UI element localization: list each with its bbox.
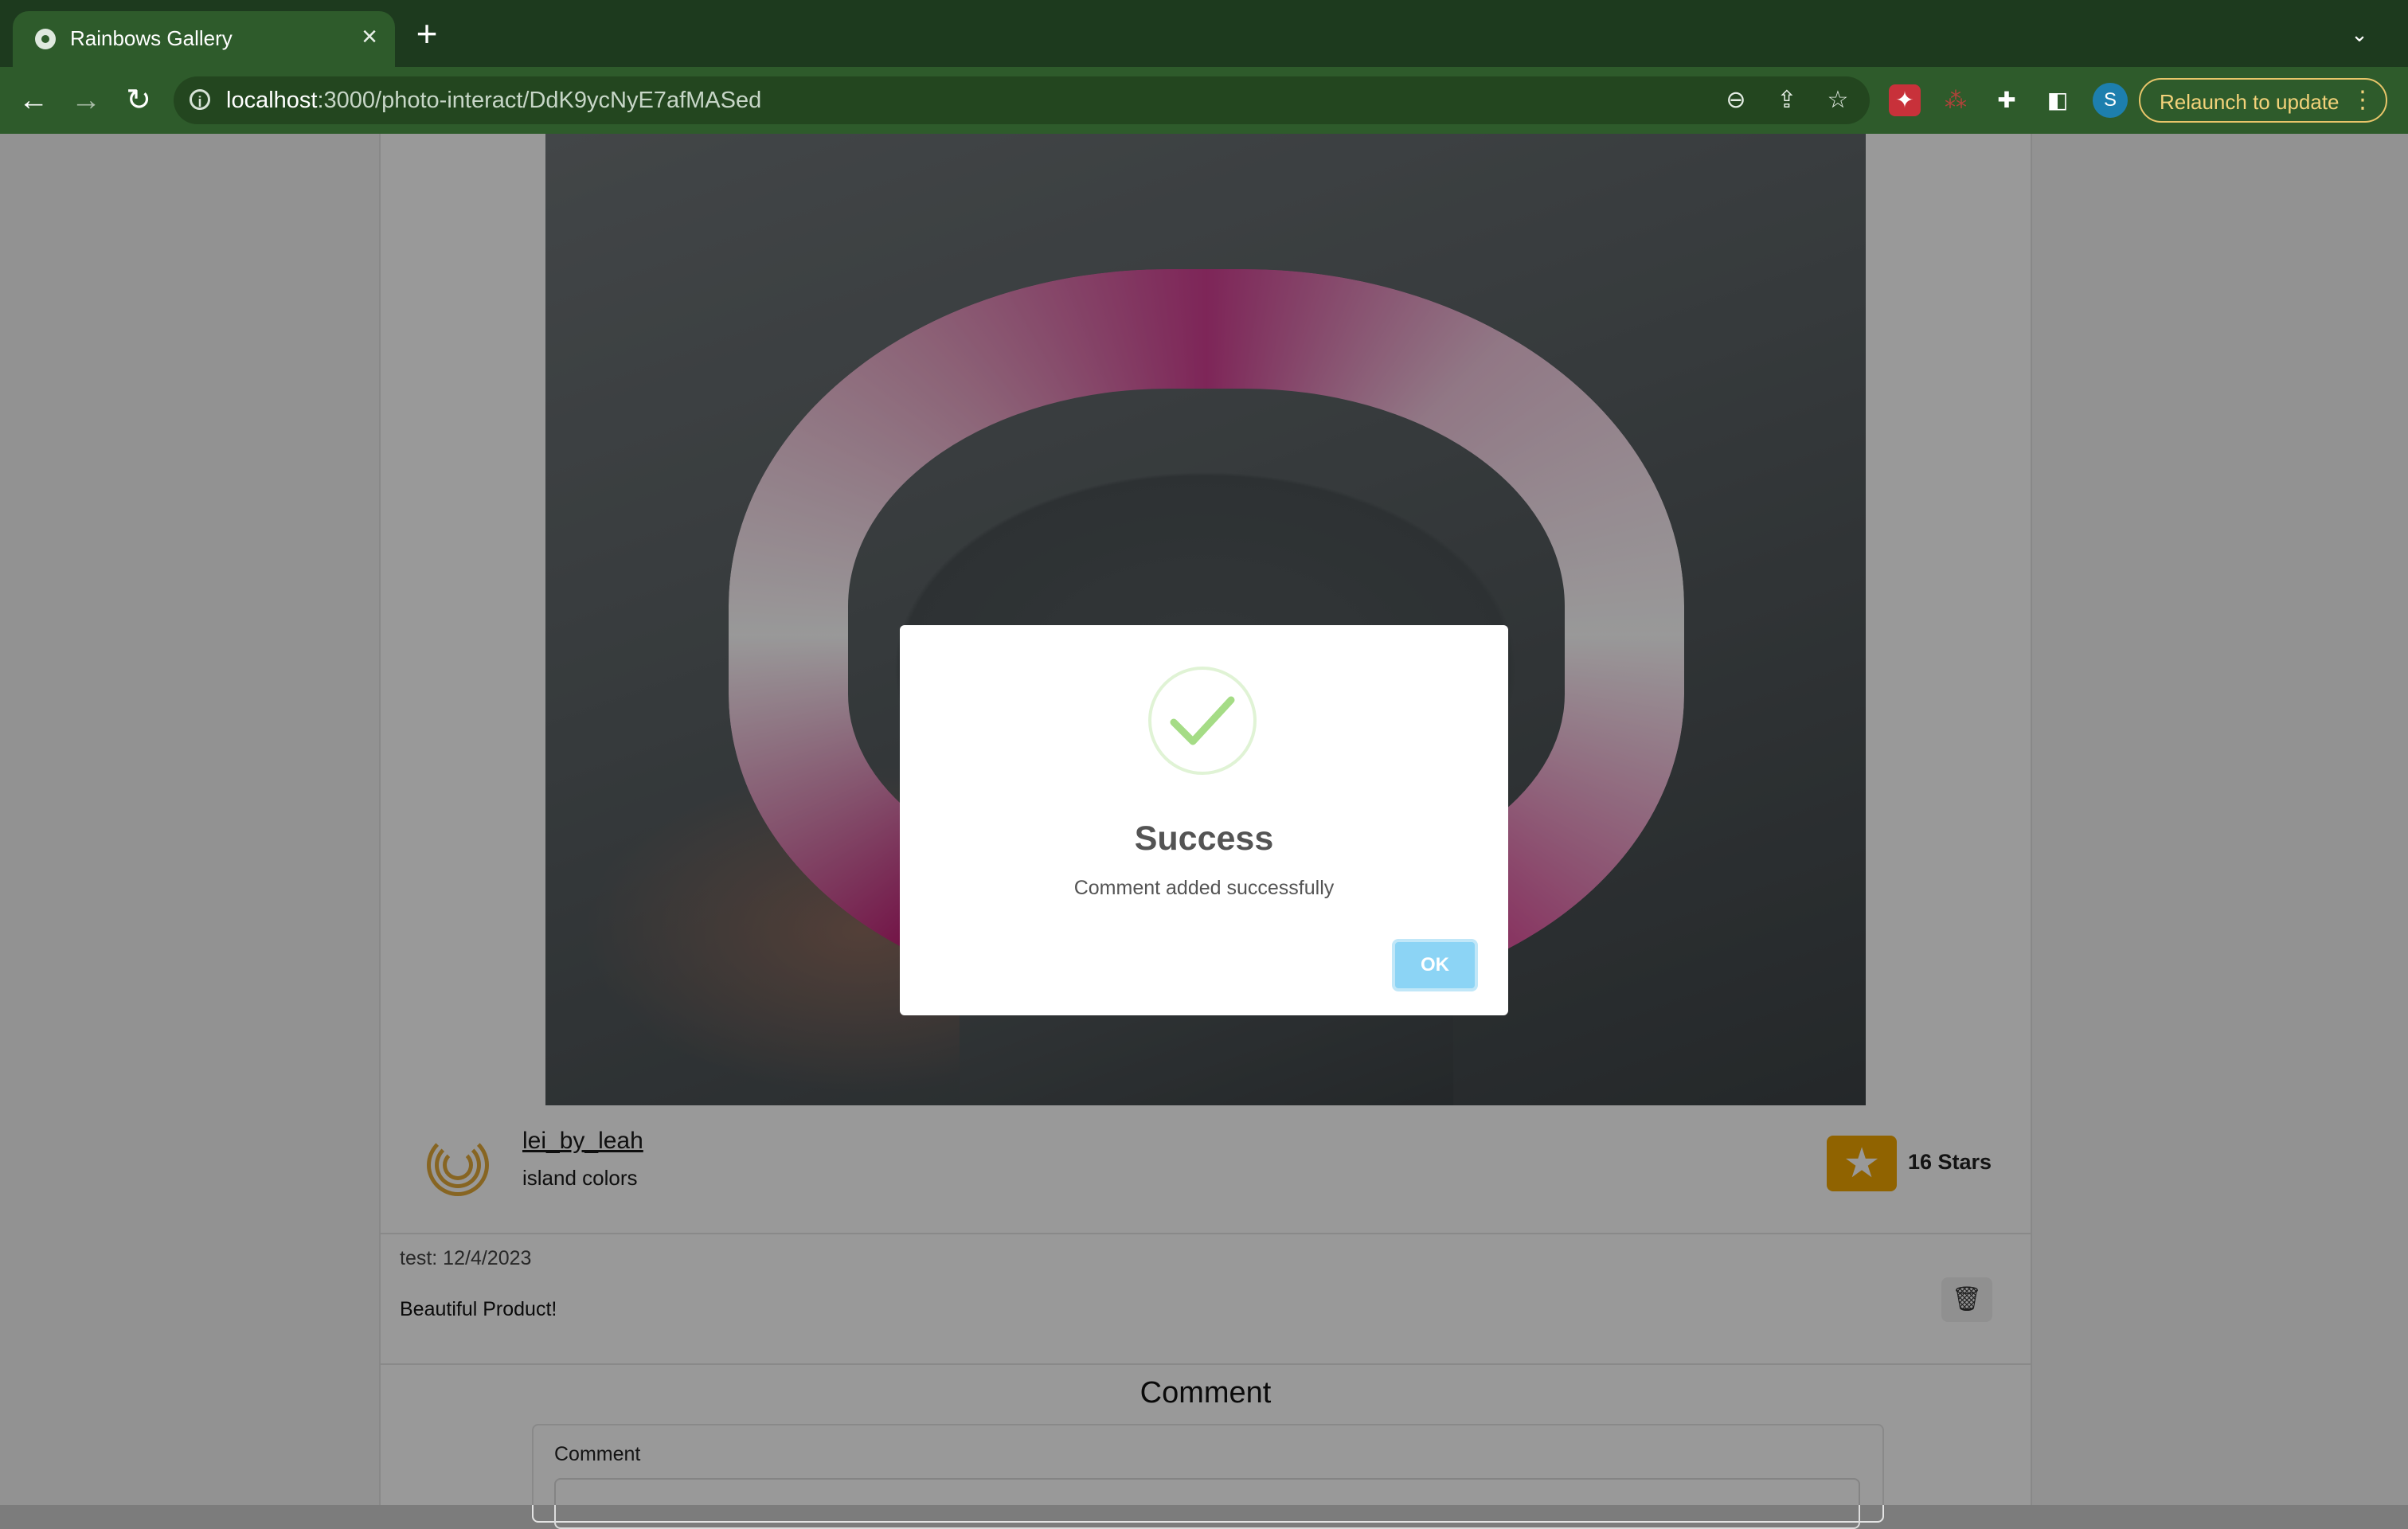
browser-tab[interactable]: Rainbows Gallery × [13,11,395,67]
modal-title: Success [1134,819,1274,858]
share-icon[interactable]: ⇪ [1773,86,1801,115]
bookmark-star-icon[interactable]: ☆ [1824,86,1852,115]
puzzle-icon[interactable]: ✚ [1991,84,2023,116]
chrome-favicon-icon [35,29,56,49]
relaunch-button[interactable]: Relaunch to update ⋮ [2139,78,2387,123]
extension-icon[interactable]: ⁂ [1940,84,1972,116]
success-circle [1148,667,1257,775]
profile-avatar[interactable]: S [2093,83,2128,118]
forward-arrow-icon[interactable]: → [68,83,104,118]
zoom-out-icon[interactable]: ⊖ [1722,86,1750,115]
info-icon[interactable]: i [190,89,210,110]
url-text[interactable]: localhost:3000/photo-interact/DdK9ycNyE7… [226,88,761,114]
success-dialog: Success Comment added successfully OK [900,625,1508,1015]
reload-icon[interactable]: ↻ [121,83,156,118]
modal-message: Comment added successfully [1073,877,1335,899]
side-panel-icon[interactable]: ◧ [2042,84,2074,116]
close-icon[interactable]: × [355,22,384,51]
extension-icon[interactable]: ✦ [1889,84,1921,116]
chevron-down-icon[interactable]: ⌄ [2346,21,2373,48]
checkmark-icon [1170,696,1235,745]
kebab-menu-icon[interactable]: ⋮ [2351,86,2375,115]
relaunch-label: Relaunch to update [2160,90,2340,114]
browser-tabstrip: Rainbows Gallery × + ⌄ [0,0,2408,67]
plus-icon[interactable]: + [411,15,443,52]
back-arrow-icon[interactable]: ← [16,83,51,118]
ok-button[interactable]: OK [1392,939,1478,991]
tab-title: Rainbows Gallery [70,26,233,50]
address-bar[interactable]: i localhost:3000/photo-interact/DdK9ycNy… [174,76,1870,124]
